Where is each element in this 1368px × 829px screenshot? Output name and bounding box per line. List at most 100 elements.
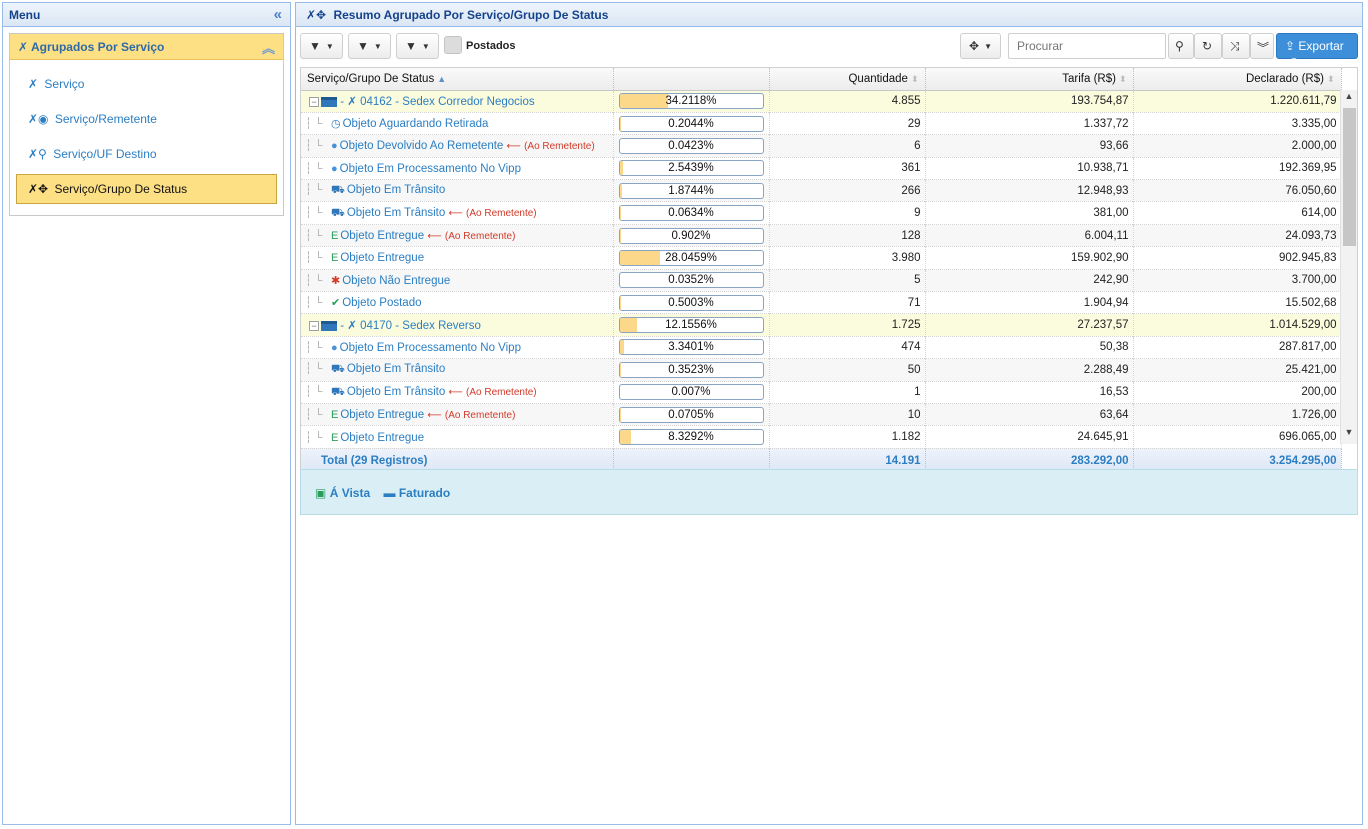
column-header-percent bbox=[613, 68, 770, 91]
status-label[interactable]: Objeto Em Trânsito bbox=[347, 207, 445, 219]
table-row[interactable]: ┆ └ ⛟ Objeto Em Trânsito 1.8744% 266 12.948,9… bbox=[301, 179, 1342, 202]
table-row[interactable]: ┆ └ E Objeto Entregue 8.3292% 1.182 24.645,91… bbox=[301, 425, 1342, 449]
cell-tarifa: 10.938,71 bbox=[925, 157, 1134, 180]
payment-legend: ▣ Á Vista ▬ Faturado bbox=[300, 469, 1358, 515]
group-row[interactable]: − - ✗ 04162 - Sedex Corredor Negocios 34.… bbox=[301, 90, 1342, 113]
column-header-tarifa[interactable]: Tarifa (R$) ⬍ bbox=[925, 68, 1134, 91]
letter-e-icon: E bbox=[331, 431, 339, 444]
arrow-left-icon: ⟵ bbox=[448, 207, 463, 219]
warn-label: (Ao Remetente) bbox=[466, 386, 537, 398]
a-vista-label: Á Vista bbox=[329, 486, 371, 500]
status-label[interactable]: Objeto Entregue bbox=[340, 252, 424, 264]
table-row[interactable]: ┆ └ ⛟ Objeto Em Trânsito ⟵ (Ao Remetente) 0… bbox=[301, 381, 1342, 404]
group-label[interactable]: 04170 - Sedex Reverso bbox=[360, 320, 481, 332]
cell-declarado: 902.945,83 bbox=[1133, 246, 1342, 270]
status-label[interactable]: Objeto Não Entregue bbox=[342, 275, 450, 287]
collapse-menu-icon[interactable]: « bbox=[274, 6, 282, 23]
grid-scrollbar[interactable]: ▲ ▼ bbox=[1340, 90, 1357, 444]
sort-icon: ⬍ bbox=[1118, 73, 1127, 84]
column-header-servico[interactable]: Serviço/Grupo De Status ▲ bbox=[301, 68, 614, 91]
arrow-left-icon: ⟵ bbox=[427, 410, 442, 422]
export-button[interactable]: ⇪ Exportar ▼ bbox=[1276, 33, 1358, 65]
expand-button[interactable]: ︾ bbox=[1250, 33, 1274, 59]
status-label[interactable]: Objeto Entregue bbox=[340, 230, 424, 242]
status-label[interactable]: Objeto Em Trânsito bbox=[347, 184, 445, 196]
cell-quantidade: 361 bbox=[769, 157, 926, 180]
percent-progress-bar: 0.2044% bbox=[618, 115, 764, 132]
cell-tarifa: 193.754,87 bbox=[925, 90, 1134, 113]
filter-button-1[interactable]: ▼ ▼ bbox=[300, 33, 343, 59]
shuffle-button[interactable]: ⤨ bbox=[1222, 33, 1250, 59]
status-label[interactable]: Objeto Em Processamento No Vipp bbox=[340, 342, 521, 354]
scrollbar-thumb[interactable] bbox=[1343, 108, 1356, 246]
warn-label: (Ao Remetente) bbox=[444, 410, 516, 422]
money-icon: ▣ bbox=[315, 486, 327, 500]
table-row[interactable]: ┆ └ ⛟ Objeto Em Trânsito 0.3523% 50 2.288,49 2… bbox=[301, 358, 1342, 382]
faturado-filter[interactable]: ▬ Faturado bbox=[384, 486, 451, 500]
cell-servico: ┆ └ ⛟ Objeto Em Trânsito ⟵ (Ao Remetente) bbox=[301, 381, 614, 404]
status-label[interactable]: Objeto Entregue bbox=[340, 432, 424, 444]
cell-quantidade: 71 bbox=[769, 291, 926, 314]
cell-percent: 0.2044% bbox=[613, 112, 770, 135]
status-label[interactable]: Objeto Em Trânsito bbox=[347, 386, 445, 398]
user-circle-icon: ✗◉ bbox=[28, 112, 49, 126]
columns-button[interactable]: ✥ ▼ bbox=[960, 33, 1001, 59]
collapse-toggle-icon[interactable]: − bbox=[309, 97, 319, 108]
column-header-quantidade[interactable]: Quantidade ⬍ bbox=[769, 68, 926, 91]
column-header-declarado[interactable]: Declarado (R$) ⬍ bbox=[1133, 68, 1342, 91]
table-row[interactable]: ┆ └ ✱ Objeto Não Entregue 0.0352% 5 242,90 3.7… bbox=[301, 269, 1342, 292]
filter-icon: ▼ bbox=[309, 39, 321, 53]
tree-guide: ┆ └ bbox=[305, 162, 323, 175]
status-label[interactable]: Objeto Em Processamento No Vipp bbox=[340, 163, 521, 175]
percent-text: 0.007% bbox=[671, 386, 711, 399]
group-row[interactable]: − - ✗ 04170 - Sedex Reverso 12.1556% 1.725… bbox=[301, 313, 1342, 337]
a-vista-filter[interactable]: ▣ Á Vista bbox=[315, 486, 374, 500]
status-label[interactable]: Objeto Entregue bbox=[340, 409, 424, 421]
table-row[interactable]: ┆ └ E Objeto Entregue ⟵ (Ao Remetente) 0.07… bbox=[301, 403, 1342, 426]
menu-item-label: Serviço/UF Destino bbox=[53, 147, 157, 161]
status-label[interactable]: Objeto Postado bbox=[342, 297, 421, 309]
status-label[interactable]: Objeto Devolvido Ao Remetente bbox=[340, 140, 504, 152]
filter-button-2[interactable]: ▼ ▼ bbox=[348, 33, 391, 59]
cell-declarado: 76.050,60 bbox=[1133, 179, 1342, 202]
table-row[interactable]: ┆ └ ● Objeto Devolvido Ao Remetente ⟵ (Ao … bbox=[301, 134, 1342, 158]
collapse-toggle-icon[interactable]: − bbox=[309, 321, 319, 332]
postados-checkbox[interactable] bbox=[444, 36, 462, 54]
cell-tarifa: 2.288,49 bbox=[925, 358, 1134, 382]
percent-text: 0.5003% bbox=[668, 296, 714, 309]
table-row[interactable]: ┆ └ ✔ Objeto Postado 0.5003% 71 1.904,94 15.50… bbox=[301, 291, 1342, 314]
table-row[interactable]: ┆ └ ● Objeto Em Processamento No Vipp 3.340… bbox=[301, 336, 1342, 359]
search-input[interactable] bbox=[1008, 33, 1166, 59]
chevron-up-icon[interactable]: ︽ bbox=[262, 38, 275, 57]
scroll-up-icon[interactable]: ▲ bbox=[1341, 91, 1357, 107]
cell-quantidade: 474 bbox=[769, 336, 926, 359]
menu-item-servico-grupo-status[interactable]: ✗✥ Serviço/Grupo De Status bbox=[16, 174, 277, 204]
map-marker-icon: ✗⚲ bbox=[28, 147, 47, 161]
move-icon: ✗✥ bbox=[28, 182, 49, 196]
group-label[interactable]: 04162 - Sedex Corredor Negocios bbox=[360, 96, 535, 108]
cell-percent: 3.3401% bbox=[613, 336, 770, 359]
menu-item-servico-uf-destino[interactable]: ✗⚲ Serviço/UF Destino bbox=[16, 139, 277, 169]
search-icon: ⚲ bbox=[1175, 39, 1184, 53]
search-button[interactable]: ⚲ bbox=[1168, 33, 1194, 59]
cell-servico: ┆ └ E Objeto Entregue bbox=[301, 425, 614, 449]
status-label[interactable]: Objeto Aguardando Retirada bbox=[343, 118, 489, 130]
cell-quantidade: 266 bbox=[769, 179, 926, 202]
accordion-header[interactable]: ✗ Agrupados Por Serviço ︽ bbox=[10, 34, 283, 60]
table-row[interactable]: ┆ └ ◷ Objeto Aguardando Retirada 0.2044% 29 1… bbox=[301, 112, 1342, 135]
filter-button-3[interactable]: ▼ ▼ bbox=[396, 33, 439, 59]
scroll-down-icon[interactable]: ▼ bbox=[1341, 427, 1357, 443]
table-row[interactable]: ┆ └ ⛟ Objeto Em Trânsito ⟵ (Ao Remetente) 0… bbox=[301, 201, 1342, 225]
cell-tarifa: 159.902,90 bbox=[925, 246, 1134, 270]
table-row[interactable]: ┆ └ E Objeto Entregue 28.0459% 3.980 159.902,… bbox=[301, 246, 1342, 270]
menu-item-servico[interactable]: ✗ Serviço bbox=[16, 69, 277, 99]
refresh-button[interactable]: ↻ bbox=[1194, 33, 1222, 59]
cell-quantidade: 1 bbox=[769, 381, 926, 404]
status-label[interactable]: Objeto Em Trânsito bbox=[347, 363, 445, 375]
tree-guide: ┆ └ bbox=[305, 385, 323, 398]
table-row[interactable]: ┆ └ E Objeto Entregue ⟵ (Ao Remetente) 0.90… bbox=[301, 224, 1342, 247]
menu-item-servico-remetente[interactable]: ✗◉ Serviço/Remetente bbox=[16, 104, 277, 134]
table-row[interactable]: ┆ └ ● Objeto Em Processamento No Vipp 2.543… bbox=[301, 157, 1342, 180]
cell-servico: ┆ └ ● Objeto Em Processamento No Vipp bbox=[301, 157, 614, 180]
cell-declarado: 24.093,73 bbox=[1133, 224, 1342, 247]
